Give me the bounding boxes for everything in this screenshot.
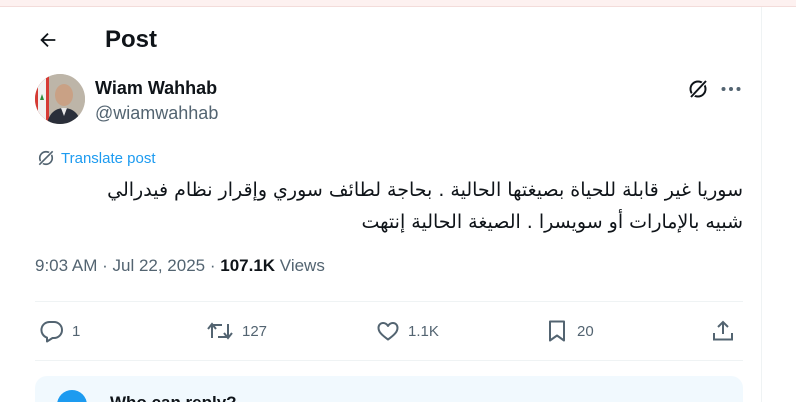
grok-icon [689, 79, 708, 99]
reply-icon [40, 321, 63, 343]
avatar[interactable] [35, 74, 85, 124]
back-button[interactable] [30, 22, 66, 58]
divider [35, 360, 743, 361]
post-time[interactable]: 9:03 AM [35, 256, 97, 275]
views-count: 107.1K [220, 256, 276, 275]
like-count: 1.1K [408, 322, 439, 340]
translate-post-link[interactable]: Translate post [36, 148, 156, 168]
meta-separator: · [97, 256, 113, 275]
tweet-text: سوريا غير قابلة للحياة بصيغتها الحالية .… [36, 174, 743, 238]
repost-count: 127 [242, 322, 268, 340]
translate-icon [38, 150, 54, 166]
reply-settings-box: Who can reply? [35, 376, 743, 402]
heart-icon [377, 322, 399, 341]
reply-button[interactable]: 1 [40, 316, 80, 346]
post-header: Post [0, 7, 760, 73]
grok-button[interactable] [686, 77, 710, 101]
repost-button[interactable]: 127 [206, 316, 267, 346]
reply-count: 1 [72, 322, 81, 340]
bookmark-button[interactable]: 20 [545, 316, 594, 346]
views-label: Views [275, 256, 325, 275]
post-metadata: 9:03 AM · Jul 22, 2025 · 107.1K Views [35, 256, 325, 278]
tweet-text-line: شبيه بالإمارات أو سويسرا . الصيغة الحالي… [361, 211, 743, 233]
translate-label: Translate post [61, 149, 156, 167]
avatar-image [35, 74, 85, 124]
author-row: Wiam Wahhab @wiamwahhab [35, 73, 755, 129]
share-button[interactable] [711, 316, 735, 346]
share-icon [713, 320, 733, 341]
page-title: Post [105, 26, 158, 53]
more-options-button[interactable] [719, 77, 743, 101]
repost-icon [207, 322, 233, 340]
user-handle[interactable]: @wiamwahhab [95, 103, 218, 124]
more-icon [721, 87, 741, 91]
arrow-left-icon [40, 32, 56, 48]
meta-separator: · [205, 256, 221, 275]
like-button[interactable]: 1.1K [376, 316, 439, 346]
reply-settings-title: Who can reply? [110, 393, 237, 402]
bookmark-count: 20 [577, 322, 594, 340]
top-banner-strip [0, 0, 796, 7]
column-border [761, 7, 762, 402]
display-name[interactable]: Wiam Wahhab [95, 78, 217, 99]
tweet-text-line: سوريا غير قابلة للحياة بصيغتها الحالية .… [107, 179, 743, 201]
bookmark-icon [549, 320, 565, 342]
post-date[interactable]: Jul 22, 2025 [112, 256, 205, 275]
at-sign-icon [57, 390, 87, 402]
action-bar: 1 127 1.1K 20 [35, 302, 743, 360]
